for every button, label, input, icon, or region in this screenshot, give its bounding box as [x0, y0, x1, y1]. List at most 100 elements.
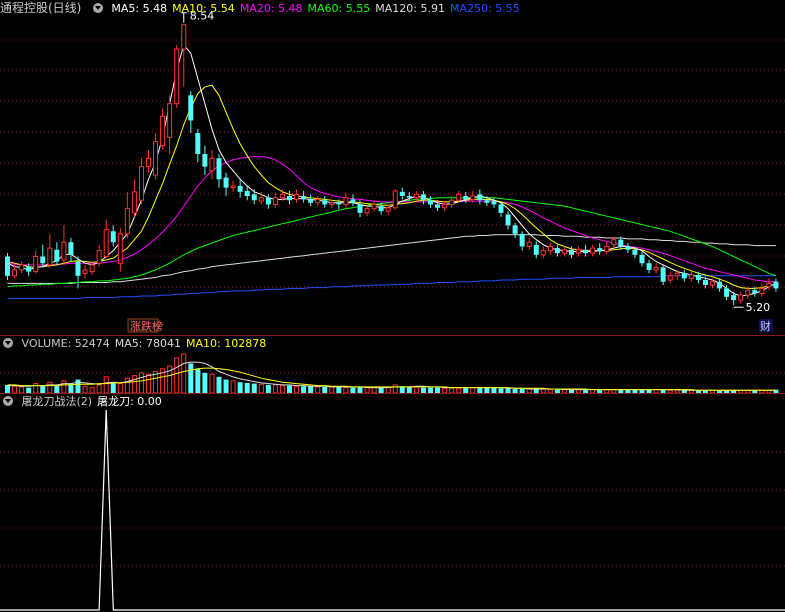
candle-body-99 [702, 280, 708, 286]
volume-bar-29 [209, 373, 215, 394]
main-legend: 通程控股(日线) MA5: 5.48 MA10: 5.54 MA20: 5.48 MA… [0, 0, 530, 16]
ma-legend-item-1: MA10: 5.54 [172, 2, 235, 15]
volume-bar-10 [75, 379, 81, 393]
volume-bar-24 [174, 357, 180, 394]
candle-body-103 [731, 295, 737, 301]
candle-body-31 [223, 177, 229, 188]
volume-bar-8 [61, 380, 67, 394]
indicator-toggle-icon[interactable] [3, 396, 13, 406]
candle-body-12 [89, 264, 95, 273]
candle-body-105 [745, 289, 751, 296]
candle-body-6 [47, 247, 53, 266]
legend-toggle-icon[interactable] [92, 3, 103, 13]
candle-body-54 [385, 207, 391, 212]
candle-body-45 [322, 200, 328, 205]
candle-body-29 [209, 157, 215, 172]
volume-bar-17 [124, 377, 130, 394]
volume-toggle-icon[interactable] [3, 338, 13, 348]
badge-left-text: 涨跌榜 [130, 319, 163, 333]
candle-body-102 [724, 288, 730, 297]
candle-body-90 [639, 254, 645, 264]
indicator-pane[interactable]: 屠龙刀战法(2) 屠龙刀: 0.00 [0, 394, 785, 612]
candle-body-73 [519, 233, 525, 247]
candle-body-32 [230, 185, 236, 189]
candle-body-21 [153, 140, 159, 176]
candle-body-2 [19, 264, 25, 271]
candle-body-46 [329, 202, 335, 205]
candle-body-106 [752, 290, 758, 294]
candle-body-104 [738, 294, 744, 301]
candle-body-49 [350, 199, 356, 203]
volume-legend-item-1: MA5: 78041 [114, 337, 181, 350]
volume-bar-37 [265, 384, 271, 393]
volume-legend-items: VOLUME: 52474 MA5: 78041 MA10: 102878 [22, 337, 272, 350]
candle-body-61 [435, 204, 441, 208]
volume-bar-25 [181, 353, 187, 394]
candle-body-14 [103, 229, 109, 257]
volume-bar-35 [251, 383, 257, 393]
candle-body-44 [315, 198, 321, 204]
candle-body-85 [604, 245, 610, 252]
candle-body-43 [308, 199, 314, 203]
candle-body-109 [773, 281, 779, 289]
volume-bar-39 [279, 385, 285, 394]
volume-pane[interactable]: VOLUME: 52474 MA5: 78041 MA10: 102878 [0, 336, 785, 394]
candle-body-34 [244, 190, 250, 197]
candle-body-87 [618, 239, 624, 247]
candle-body-92 [653, 266, 659, 271]
candle-body-25 [181, 24, 187, 50]
volume-bar-41 [294, 385, 300, 394]
ma-legend-item-4: MA120: 5.91 [375, 2, 445, 15]
indicator-line [0, 409, 785, 611]
candle-body-69 [491, 201, 497, 205]
price-chart[interactable]: 8.545.20涨跌榜财 [0, 0, 785, 336]
volume-bar-1 [12, 385, 18, 394]
candle-body-101 [717, 281, 723, 289]
candle-body-72 [512, 225, 518, 234]
candle-body-28 [202, 154, 208, 167]
candle-body-10 [75, 261, 81, 276]
candle-body-13 [96, 250, 102, 264]
low-price-label: 5.20 [746, 301, 771, 314]
ma-legend-items: MA5: 5.48 MA10: 5.54 MA20: 5.48 MA60: 5.55 M… [111, 2, 524, 15]
candle-body-60 [428, 200, 433, 205]
volume-bar-16 [117, 383, 123, 394]
indicator-legend-item-1: 屠龙刀: 0.00 [97, 395, 162, 408]
volume-bar-33 [237, 382, 243, 393]
candle-body-76 [540, 250, 546, 256]
candle-body-47 [336, 202, 342, 205]
volume-bar-26 [188, 363, 194, 393]
candle-body-33 [237, 185, 243, 192]
candle-body-62 [442, 203, 448, 209]
main-price-pane[interactable]: 通程控股(日线) MA5: 5.48 MA10: 5.54 MA20: 5.48 MA… [0, 0, 785, 336]
volume-bar-28 [202, 372, 208, 393]
volume-bar-38 [272, 384, 278, 394]
candle-body-11 [82, 269, 88, 274]
volume-bar-30 [216, 376, 222, 393]
badge-right-text: 财 [760, 319, 771, 333]
candle-body-81 [576, 249, 582, 254]
ma-legend-item-3: MA60: 5.55 [307, 2, 371, 15]
candle-body-63 [449, 199, 455, 205]
candle-body-95 [674, 272, 680, 277]
candle-body-30 [216, 158, 222, 180]
candle-body-39 [279, 193, 285, 199]
indicator-chart[interactable] [0, 394, 785, 612]
indicator-legend: 屠龙刀战法(2) 屠龙刀: 0.00 [0, 394, 172, 410]
candle-body-53 [378, 206, 384, 212]
candle-body-96 [681, 273, 687, 279]
volume-bar-15 [110, 382, 116, 393]
candle-body-108 [766, 282, 772, 288]
candle-body-79 [561, 249, 567, 254]
volume-bar-4 [33, 383, 39, 394]
volume-bar-0 [5, 384, 10, 393]
candle-body-93 [660, 267, 666, 282]
candle-body-20 [146, 157, 151, 168]
candle-body-3 [26, 266, 32, 272]
stock-title: 通程控股(日线) [0, 1, 82, 15]
candle-body-24 [174, 48, 180, 105]
candle-body-58 [413, 193, 419, 199]
candle-body-0 [5, 256, 10, 276]
candle-body-74 [526, 241, 532, 247]
candle-body-1 [12, 269, 18, 277]
